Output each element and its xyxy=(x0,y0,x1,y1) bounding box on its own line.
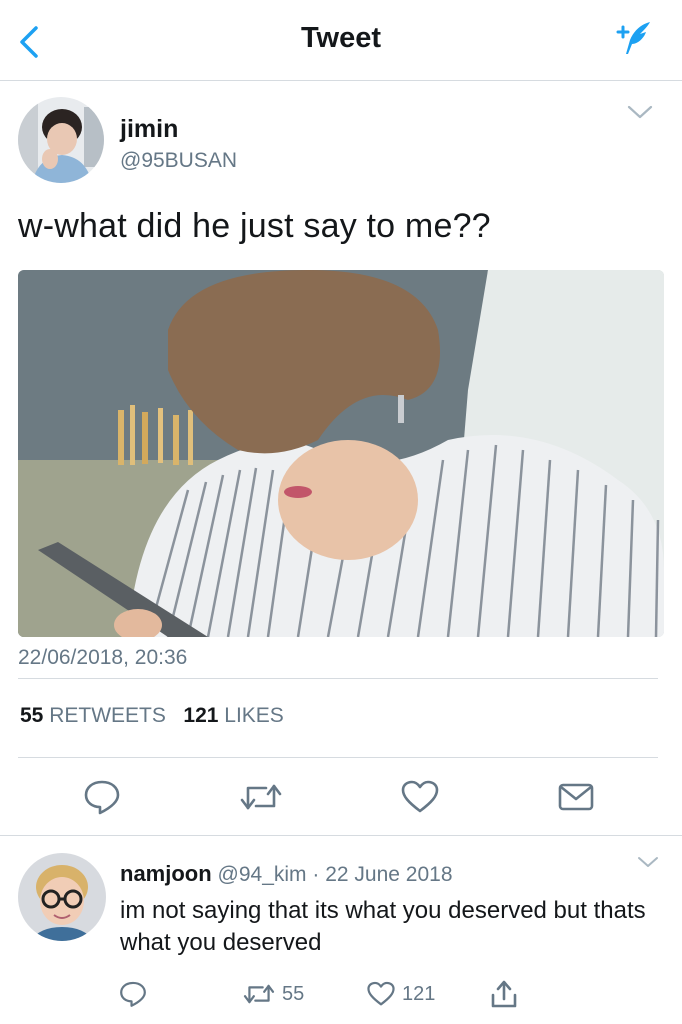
tweet-stats: 55 RETWEETS 121 LIKES xyxy=(20,704,284,728)
retweet-icon[interactable] xyxy=(238,778,284,816)
reply-icon[interactable] xyxy=(118,979,148,1009)
caret-down-icon[interactable] xyxy=(626,103,654,121)
tweet-header: jimin @95BUSAN xyxy=(18,97,658,187)
reply-header: namjoon @94_kim · 22 June 2018 xyxy=(120,861,453,887)
avatar[interactable] xyxy=(18,97,104,183)
reply-like-button[interactable]: 121 xyxy=(366,979,435,1009)
reply-text: im not saying that its what you deserved… xyxy=(120,897,646,956)
retweets-label[interactable]: RETWEETS xyxy=(49,704,166,727)
reply-icon[interactable] xyxy=(82,778,122,816)
reply-retweet-count: 55 xyxy=(282,982,305,1005)
reply-action-bar: 55 121 xyxy=(118,979,558,1013)
retweet-icon xyxy=(242,980,276,1008)
caret-down-icon[interactable] xyxy=(636,855,660,869)
reply-author-name[interactable]: namjoon xyxy=(120,861,212,886)
tweet-text: w-what did he just say to me?? xyxy=(18,207,491,245)
reply-retweet-button[interactable]: 55 xyxy=(242,979,304,1009)
tweet-photo[interactable] xyxy=(18,270,664,637)
divider xyxy=(18,678,658,679)
page-title: Tweet xyxy=(300,22,382,54)
tweet-timestamp: 22/06/2018, 20:36 xyxy=(18,646,188,669)
author-name[interactable]: jimin xyxy=(120,115,178,144)
reply-tweet[interactable]: namjoon @94_kim · 22 June 2018 im not sa… xyxy=(18,845,668,1015)
direct-message-icon[interactable] xyxy=(556,778,596,816)
likes-label[interactable]: LIKES xyxy=(224,704,284,727)
reply-author-handle[interactable]: @94_kim xyxy=(218,863,307,886)
retweets-count[interactable]: 55 xyxy=(20,704,43,727)
like-heart-icon xyxy=(366,980,396,1008)
divider xyxy=(0,835,682,836)
separator-dot: · xyxy=(312,863,320,886)
reply-date: 22 June 2018 xyxy=(325,863,453,886)
avatar[interactable] xyxy=(18,853,106,941)
author-handle[interactable]: @95BUSAN xyxy=(120,149,237,173)
share-icon[interactable] xyxy=(490,979,518,1009)
likes-count[interactable]: 121 xyxy=(183,704,218,727)
compose-tweet-icon[interactable] xyxy=(614,18,656,60)
divider xyxy=(18,757,658,758)
like-heart-icon[interactable] xyxy=(400,778,440,816)
navigation-bar: Tweet xyxy=(0,0,682,81)
tweet-action-bar xyxy=(0,760,682,832)
reply-like-count: 121 xyxy=(402,982,436,1005)
